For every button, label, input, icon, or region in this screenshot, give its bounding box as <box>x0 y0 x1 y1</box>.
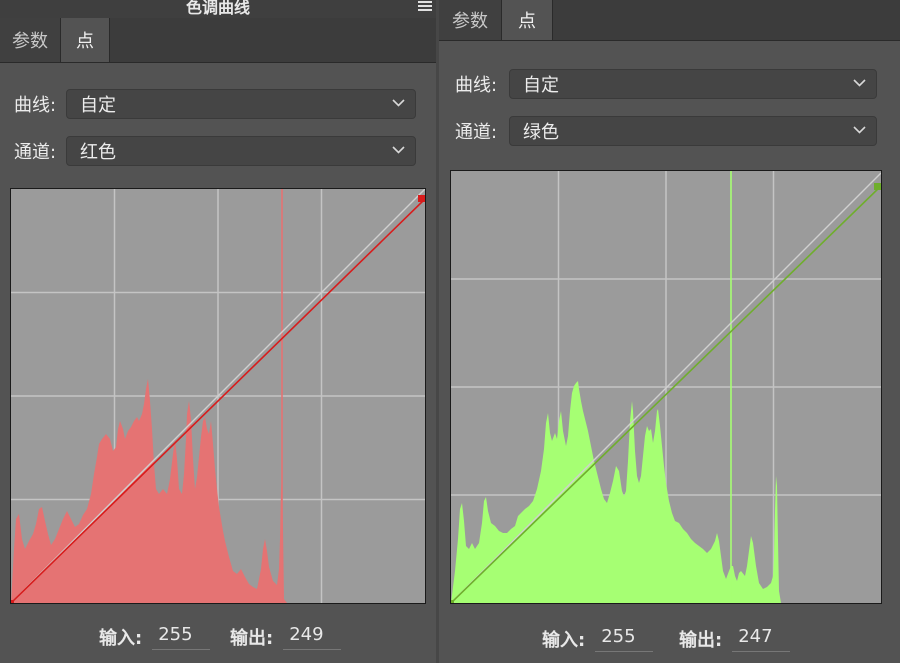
chevron-down-icon <box>853 126 866 134</box>
output-field[interactable]: 249 <box>283 624 342 650</box>
channel-label: 通道: <box>455 122 498 143</box>
chevron-down-icon <box>392 99 405 107</box>
input-group: 输入: 255 <box>99 624 211 650</box>
tab-bar: 参数 点 <box>439 0 900 41</box>
curve-select-value: 自定 <box>523 75 559 96</box>
curve-point-end[interactable] <box>418 195 425 202</box>
channel-row: 通道: 红色 <box>14 136 416 166</box>
tab-point[interactable]: 点 <box>501 0 553 40</box>
channel-row: 通道: 绿色 <box>455 116 877 146</box>
tab-bar: 参数 点 <box>0 18 436 63</box>
channel-select-value: 红色 <box>80 142 116 163</box>
curve-select[interactable]: 自定 <box>509 69 877 99</box>
panel-title: 色调曲线 <box>185 0 250 17</box>
curve-label: 曲线: <box>455 75 498 96</box>
curve-graph[interactable] <box>10 188 426 604</box>
output-group: 输出: 247 <box>679 626 791 652</box>
output-group: 输出: 249 <box>230 624 342 650</box>
channel-label: 通道: <box>14 142 57 163</box>
output-label: 输出: <box>679 630 723 651</box>
curve-graph[interactable] <box>450 170 882 604</box>
curve-row: 曲线: 自定 <box>14 89 416 119</box>
input-label: 输入: <box>542 630 586 651</box>
output-field[interactable]: 247 <box>732 626 791 652</box>
curve-point-end[interactable] <box>874 183 881 190</box>
panel-menu-icon[interactable] <box>418 1 432 13</box>
chevron-down-icon <box>392 146 405 154</box>
tone-curve-panel-red: 色调曲线 参数 点 曲线: 自定 通道: 红色 输入: 255 输出: 249 <box>0 0 436 663</box>
tab-point[interactable]: 点 <box>60 18 110 62</box>
input-label: 输入: <box>99 628 143 649</box>
input-field[interactable]: 255 <box>152 624 211 650</box>
channel-select[interactable]: 红色 <box>66 136 416 166</box>
tab-parametric[interactable]: 参数 <box>0 18 60 62</box>
output-label: 输出: <box>230 628 274 649</box>
tone-curve-panel-green: 参数 点 曲线: 自定 通道: 绿色 输入: 255 输出: 247 <box>439 0 900 663</box>
histogram <box>11 379 287 603</box>
input-field[interactable]: 255 <box>595 626 654 652</box>
curve-row: 曲线: 自定 <box>455 69 877 99</box>
curve-graph-canvas[interactable] <box>11 189 425 603</box>
curve-select[interactable]: 自定 <box>66 89 416 119</box>
chevron-down-icon <box>853 79 866 87</box>
tab-parametric[interactable]: 参数 <box>439 0 501 40</box>
curve-label: 曲线: <box>14 95 57 116</box>
curve-point-start[interactable] <box>451 600 454 603</box>
curve-point-start[interactable] <box>11 600 14 603</box>
curve-graph-canvas[interactable] <box>451 171 881 603</box>
curve-select-value: 自定 <box>80 95 116 116</box>
channel-select-value: 绿色 <box>523 122 559 143</box>
channel-select[interactable]: 绿色 <box>509 116 877 146</box>
input-group: 输入: 255 <box>542 626 654 652</box>
panel-titlebar: 色调曲线 <box>0 0 436 18</box>
